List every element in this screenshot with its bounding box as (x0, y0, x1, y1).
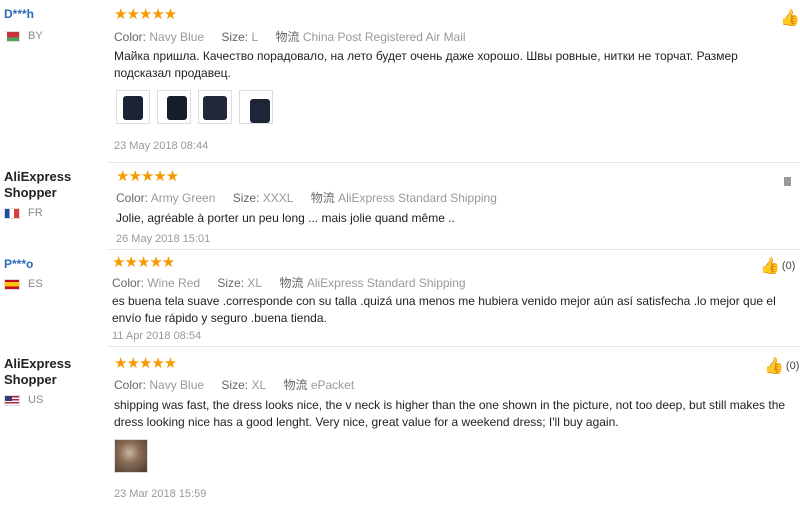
review-text: shipping was fast, the dress looks nice,… (114, 398, 786, 429)
order-info: Color: Army Green Size: XXXL 物流 AliExpre… (116, 189, 497, 206)
shipping-label: 物流 (275, 30, 300, 44)
thumbs-up-icon: 👍 (764, 358, 784, 375)
review-date: 23 Mar 2018 15:59 (114, 488, 207, 500)
review-photos (116, 90, 273, 124)
thumbs-up-icon: 👍 (760, 258, 780, 275)
review-photo[interactable] (157, 90, 191, 124)
review-photo[interactable] (239, 90, 273, 124)
color-label: Color: (114, 30, 147, 44)
reviewer-info: AliExpress Shopper FR (4, 169, 104, 219)
reviewer-country: FR (4, 207, 104, 219)
reviewer-country: US (4, 394, 104, 406)
reviewer-info: AliExpress Shopper US (4, 356, 104, 406)
country-code: ES (28, 278, 43, 290)
size-label: Size: (217, 276, 245, 290)
review-text: Jolie, agréable à porter un peu long ...… (116, 211, 455, 225)
color-value: Navy Blue (149, 30, 205, 44)
color-value: Navy Blue (149, 378, 205, 392)
shipping-value: China Post Registered Air Mail (302, 30, 466, 44)
helpful-count: (0) (781, 260, 796, 272)
country-code: US (28, 394, 44, 406)
size-value: XL (247, 276, 263, 290)
reviewer-country: BY (4, 30, 104, 42)
reviewer-name: AliExpress Shopper (4, 169, 72, 200)
helpful-button[interactable]: 👍 (780, 8, 800, 28)
thumbs-up-icon: 👍 (780, 10, 800, 27)
reviewer-name: AliExpress Shopper (4, 356, 72, 387)
size-value: XL (251, 378, 267, 392)
color-label: Color: (116, 191, 149, 205)
review-photos (114, 439, 148, 473)
review-item: AliExpress Shopper FR ★★★★★ Color: Army … (0, 163, 800, 249)
review-item: P***o ES ★★★★★ Color: Wine Red Size: XL … (0, 250, 800, 346)
order-info: Color: Navy Blue Size: XL 物流 ePacket (114, 376, 354, 393)
shipping-label: 物流 (310, 191, 335, 205)
order-info: Color: Navy Blue Size: L 物流 China Post R… (114, 28, 466, 45)
flag-icon (4, 394, 20, 406)
review-item: AliExpress Shopper US ★★★★★ Color: Navy … (0, 347, 800, 508)
reviewer-info: D***h BY (4, 6, 104, 42)
reviewer-info: P***o ES (4, 256, 104, 290)
reviewer-name: P***o (4, 257, 34, 271)
review-date: 23 May 2018 08:44 (114, 140, 209, 152)
shipping-label: 物流 (283, 378, 308, 392)
flag-icon (4, 278, 20, 290)
size-value: XXXL (262, 191, 294, 205)
review-item: D***h BY ★★★★★ Color: Navy Blue Size: L … (0, 0, 800, 160)
shipping-value: AliExpress Standard Shipping (338, 191, 497, 205)
country-code: FR (28, 207, 43, 219)
shipping-value: ePacket (310, 378, 355, 392)
size-label: Size: (232, 191, 260, 205)
color-label: Color: (114, 378, 147, 392)
size-label: Size: (221, 378, 249, 392)
shipping-label: 物流 (279, 276, 304, 290)
shipping-value: AliExpress Standard Shipping (306, 276, 466, 290)
size-label: Size: (221, 30, 249, 44)
rating-stars: ★★★★★ (116, 168, 179, 185)
color-value: Army Green (150, 191, 216, 205)
helpful-count: (0) (785, 360, 800, 372)
rating-stars: ★★★★★ (114, 6, 177, 23)
color-value: Wine Red (147, 276, 201, 290)
color-label: Color: (112, 276, 145, 290)
order-info: Color: Wine Red Size: XL 物流 AliExpress S… (112, 274, 466, 291)
size-value: L (251, 30, 259, 44)
review-date: 26 May 2018 15:01 (116, 233, 211, 245)
helpful-button[interactable]: 👍 (0) (764, 356, 799, 376)
reviewer-country: ES (4, 278, 104, 290)
review-photo[interactable] (198, 90, 232, 124)
helpful-button[interactable]: 👍 (0) (760, 256, 795, 276)
review-text: Майка пришла. Качество порадовало, на ле… (114, 49, 738, 80)
review-date: 11 Apr 2018 08:54 (112, 330, 202, 342)
rating-stars: ★★★★★ (112, 254, 175, 271)
helpful-button[interactable] (784, 177, 791, 186)
flag-icon (4, 30, 20, 42)
rating-stars: ★★★★★ (114, 355, 177, 372)
review-photo[interactable] (114, 439, 148, 473)
flag-icon (4, 207, 20, 219)
reviewer-name: D***h (4, 7, 35, 21)
review-photo[interactable] (116, 90, 150, 124)
country-code: BY (28, 30, 43, 42)
review-text: es buena tela suave .corresponde con su … (112, 294, 776, 325)
